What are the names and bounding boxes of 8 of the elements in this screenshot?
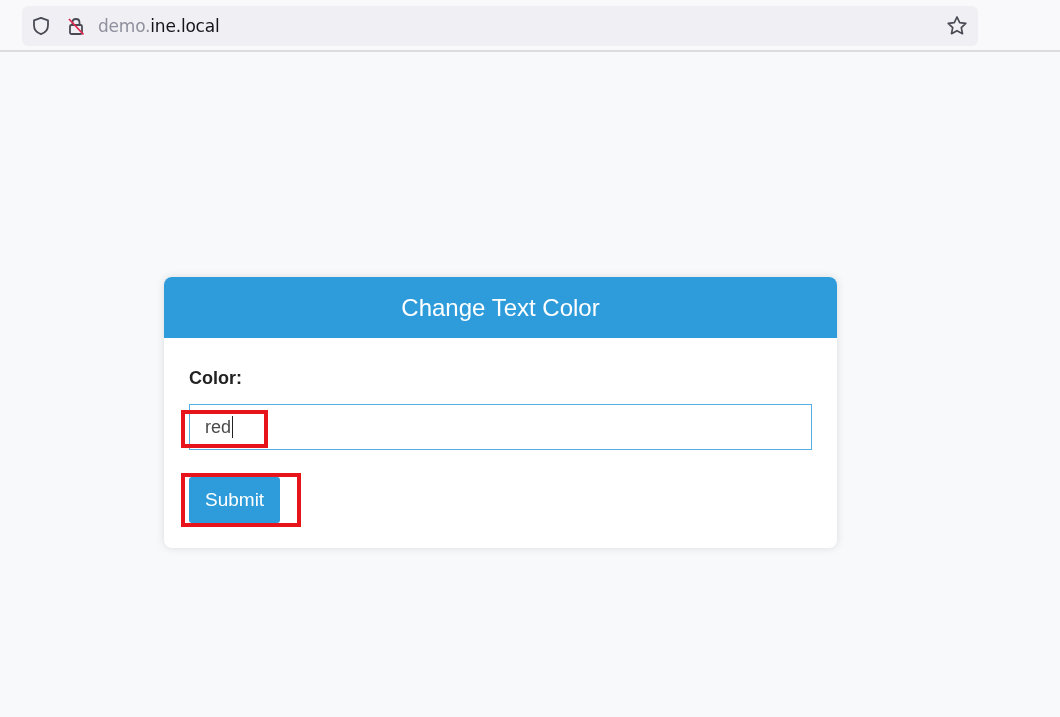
url-text[interactable]: demo.ine.local [98, 16, 220, 36]
field-label: Color: [189, 368, 242, 389]
card-title: Change Text Color [401, 293, 600, 322]
color-input[interactable]: red [189, 404, 812, 450]
star-icon[interactable] [946, 15, 968, 37]
shield-icon[interactable] [31, 16, 51, 36]
address-bar[interactable]: demo.ine.local [22, 6, 978, 46]
lock-strikethrough-icon[interactable] [66, 16, 86, 36]
